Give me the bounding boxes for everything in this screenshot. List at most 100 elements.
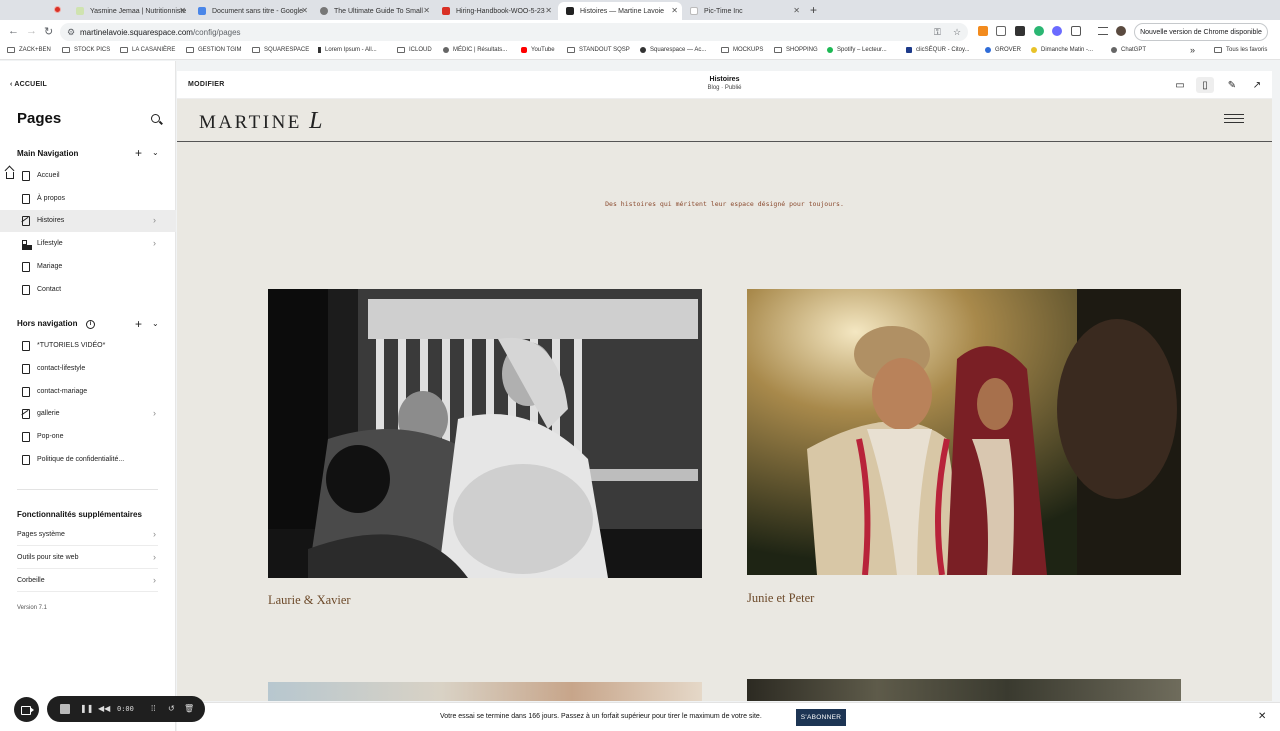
forward-arrow-icon[interactable]: → bbox=[26, 25, 37, 37]
bookmark-item[interactable]: STANDOUT SQSP bbox=[567, 47, 630, 53]
page-item-contact-lifestyle[interactable]: contact-lifestyle bbox=[0, 358, 176, 380]
page-item-mariage[interactable]: Mariage bbox=[0, 256, 176, 278]
all-bookmarks-button[interactable]: Tous les favoris bbox=[1214, 47, 1267, 53]
trash-icon[interactable]: 🗑 bbox=[184, 704, 194, 713]
page-item-politique[interactable]: Politique de confidentialité... bbox=[0, 449, 176, 471]
stop-icon[interactable] bbox=[60, 704, 70, 714]
post-title[interactable]: Laurie & Xavier bbox=[268, 593, 351, 608]
post-title[interactable]: Junie et Peter bbox=[747, 591, 814, 606]
mobile-view-icon[interactable]: ▯ bbox=[1196, 77, 1214, 93]
pages-panel: ‹ ACCUEIL Pages Main Navigation + ⌄ Accu… bbox=[0, 61, 176, 731]
bookmark-item[interactable]: ICLOUD bbox=[397, 47, 432, 53]
page-item-a-propos[interactable]: À propos bbox=[0, 188, 176, 210]
camera-toggle-icon[interactable] bbox=[14, 697, 39, 722]
bookmark-item[interactable]: Dimanche Matin -... bbox=[1031, 47, 1093, 53]
page-item-tutoriels[interactable]: *TUTORIELS VIDÉO* bbox=[0, 335, 176, 357]
bookmark-item[interactable]: MOCKUPS bbox=[721, 47, 763, 53]
add-page-icon[interactable]: + bbox=[135, 147, 142, 159]
page-item-gallerie[interactable]: gallerie › bbox=[0, 403, 176, 425]
recording-indicator-icon bbox=[54, 6, 61, 13]
bookmarks-overflow-icon[interactable]: » bbox=[1190, 45, 1195, 55]
current-page-status: Blog · Publié bbox=[707, 85, 742, 91]
site-logo[interactable]: MARTINE L bbox=[199, 108, 323, 135]
bookmark-item[interactable]: ZACK+BEN bbox=[7, 47, 51, 53]
grid-extension-icon[interactable] bbox=[1015, 26, 1025, 36]
browser-tab[interactable]: Pic-Time Inc ✕ bbox=[682, 2, 804, 20]
browser-tab[interactable]: The Ultimate Guide To Small ✕ bbox=[312, 2, 434, 20]
extra-item-corbeille[interactable]: Corbeille › bbox=[17, 570, 158, 592]
gear-extension-icon[interactable] bbox=[1052, 26, 1062, 36]
grid-icon[interactable]: ⁞⁞ bbox=[151, 704, 155, 713]
site-settings-icon[interactable]: ⚙ bbox=[67, 27, 75, 38]
grammar-extension-icon[interactable] bbox=[1034, 26, 1044, 36]
subscribe-button[interactable]: S'ABONNER bbox=[796, 709, 846, 726]
browser-tab[interactable]: Document sans titre - Google ✕ bbox=[190, 2, 312, 20]
info-icon[interactable]: i bbox=[86, 320, 95, 329]
close-tab-icon[interactable]: ✕ bbox=[671, 6, 678, 15]
bookmark-item[interactable]: MÉDIC | Résultats... bbox=[443, 47, 507, 53]
password-key-icon[interactable]: ⚿ bbox=[934, 27, 941, 38]
post-thumbnail-maternity[interactable] bbox=[268, 289, 702, 578]
bookmark-item[interactable]: GROVER bbox=[985, 47, 1021, 53]
tab-title: Yasmine Jemaa | Nutritionniste bbox=[90, 7, 187, 15]
pause-icon[interactable]: ❚❚ bbox=[80, 704, 93, 713]
browser-tab-active[interactable]: Histoires — Martine Lavoie ✕ bbox=[558, 2, 682, 20]
bookmark-item[interactable]: SQUARESPACE bbox=[252, 47, 309, 53]
bookmark-item[interactable]: LA CASANIÈRE bbox=[120, 47, 175, 53]
back-arrow-icon[interactable]: ← bbox=[8, 25, 19, 37]
design-brush-icon[interactable]: ✎ bbox=[1223, 77, 1241, 93]
menu-hamburger-icon[interactable] bbox=[1224, 114, 1244, 124]
bookmark-item[interactable]: YouTube bbox=[521, 47, 555, 53]
bookmark-item[interactable]: clicSÉQUR - Citoy... bbox=[906, 47, 970, 53]
puzzle-extensions-icon[interactable] bbox=[1071, 26, 1081, 36]
post-thumbnail-wedding[interactable] bbox=[747, 289, 1181, 575]
main-navigation-heading: Main Navigation bbox=[17, 149, 79, 158]
chevron-right-icon: › bbox=[153, 215, 156, 225]
chevron-down-icon[interactable]: ⌄ bbox=[152, 319, 159, 328]
chevron-down-icon[interactable]: ⌄ bbox=[152, 148, 159, 157]
rewind-icon[interactable]: ◀◀ bbox=[98, 704, 110, 713]
close-tab-icon[interactable]: ✕ bbox=[179, 6, 186, 15]
page-item-contact-mariage[interactable]: contact-mariage bbox=[0, 381, 176, 403]
close-tab-icon[interactable]: ✕ bbox=[423, 6, 430, 15]
profile-avatar-icon[interactable] bbox=[1116, 26, 1126, 36]
page-item-histoires[interactable]: Histoires › bbox=[0, 210, 176, 232]
bookmark-item[interactable]: ChatGPT bbox=[1111, 47, 1146, 53]
reload-icon[interactable]: ↻ bbox=[44, 25, 53, 38]
post-thumbnail[interactable] bbox=[747, 679, 1181, 701]
bookmark-item[interactable]: Lorem Ipsum - All... bbox=[318, 47, 377, 53]
browser-tab[interactable]: Hiring-Handbook-WOO-5-23 ✕ bbox=[434, 2, 556, 20]
extra-item-outils[interactable]: Outils pour site web › bbox=[17, 547, 158, 569]
address-bar[interactable]: ⚙ martinelavoie.squarespace.com/config/p… bbox=[60, 23, 968, 41]
bookmark-item[interactable]: SHOPPING bbox=[774, 47, 818, 53]
page-item-pop-one[interactable]: Pop-one bbox=[0, 426, 176, 448]
bookmark-item[interactable]: Spotify – Lecteur... bbox=[827, 47, 887, 53]
extra-item-pages-systeme[interactable]: Pages système › bbox=[17, 524, 158, 546]
close-tab-icon[interactable]: ✕ bbox=[793, 6, 800, 15]
back-to-home-link[interactable]: ‹ ACCUEIL bbox=[10, 81, 47, 88]
close-icon[interactable]: ✕ bbox=[1258, 711, 1266, 722]
site-favicon-icon bbox=[1031, 47, 1037, 53]
chrome-update-button[interactable]: Nouvelle version de Chrome disponible bbox=[1134, 23, 1268, 41]
close-tab-icon[interactable]: ✕ bbox=[545, 6, 552, 15]
bookmark-item[interactable]: Squarespace — Ac... bbox=[640, 47, 706, 53]
bookmark-star-icon[interactable]: ☆ bbox=[953, 27, 961, 38]
bookmark-item[interactable]: STOCK PICS bbox=[62, 47, 110, 53]
close-tab-icon[interactable]: ✕ bbox=[301, 6, 308, 15]
extension-icon[interactable] bbox=[978, 26, 988, 36]
page-item-contact[interactable]: Contact bbox=[0, 279, 176, 301]
camera-extension-icon[interactable] bbox=[996, 26, 1006, 36]
browser-tab[interactable]: Yasmine Jemaa | Nutritionniste ✕ bbox=[68, 2, 190, 20]
post-thumbnail[interactable] bbox=[268, 682, 702, 701]
open-external-icon[interactable]: ↗ bbox=[1248, 77, 1266, 93]
new-tab-icon[interactable]: + bbox=[810, 3, 817, 17]
add-page-icon[interactable]: + bbox=[135, 318, 142, 330]
medical-favicon-icon bbox=[443, 47, 449, 53]
restart-icon[interactable]: ↺ bbox=[168, 704, 175, 713]
bookmark-item[interactable]: GESTION TGIM bbox=[186, 47, 242, 53]
desktop-view-icon[interactable]: ▭ bbox=[1171, 77, 1189, 93]
reading-list-icon[interactable] bbox=[1098, 27, 1108, 35]
search-icon[interactable] bbox=[151, 114, 160, 123]
page-item-lifestyle[interactable]: Lifestyle › bbox=[0, 233, 176, 255]
page-item-accueil[interactable]: Accueil bbox=[0, 165, 176, 187]
